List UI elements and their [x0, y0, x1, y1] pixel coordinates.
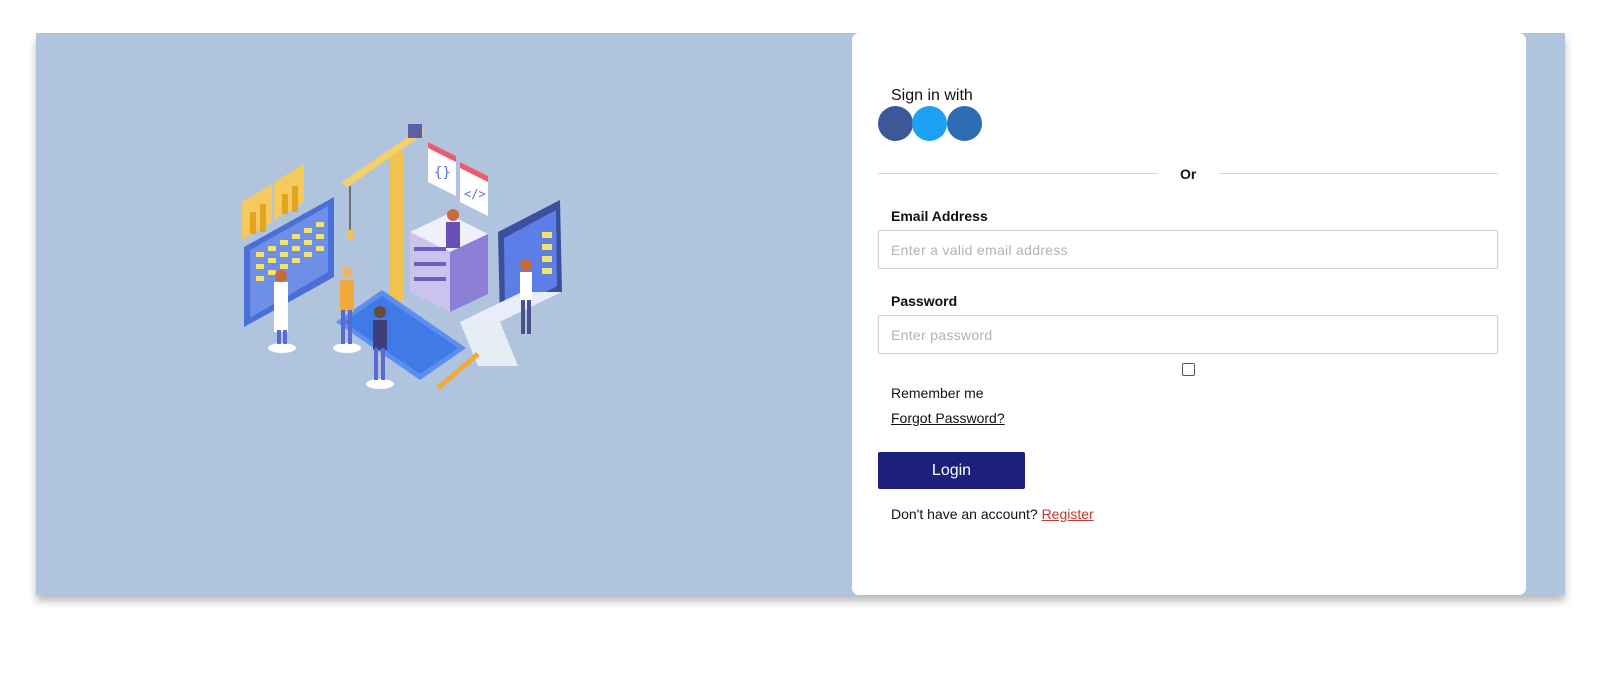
remember-me-checkbox[interactable] — [1182, 363, 1195, 376]
divider-line-left — [878, 173, 1158, 174]
password-field[interactable] — [878, 315, 1498, 354]
code-card-icon: {} </> — [428, 142, 488, 216]
password-label: Password — [891, 293, 958, 309]
twitter-icon — [912, 106, 947, 141]
twitter-button[interactable] — [912, 106, 947, 141]
svg-text:</>: </> — [464, 187, 486, 201]
linkedin-icon — [947, 106, 982, 141]
linkedin-button[interactable] — [947, 106, 982, 141]
facebook-button[interactable] — [878, 106, 913, 141]
forgot-password-link[interactable]: Forgot Password? — [891, 410, 1005, 426]
sign-in-with-label: Sign in with — [891, 87, 973, 104]
divider-line-right — [1219, 173, 1498, 174]
developers-illustration: {} </> — [242, 122, 582, 402]
svg-text:{}: {} — [434, 165, 451, 181]
register-prompt: Don't have an account? Register — [891, 506, 1094, 522]
email-field[interactable] — [878, 230, 1498, 269]
login-button[interactable]: Login — [878, 452, 1025, 489]
register-link[interactable]: Register — [1042, 506, 1094, 522]
divider-or-text: Or — [1180, 166, 1197, 182]
register-prompt-text: Don't have an account? — [891, 506, 1038, 522]
facebook-icon — [878, 106, 913, 141]
email-label: Email Address — [891, 208, 988, 224]
person-icon — [446, 209, 460, 248]
remember-me-label: Remember me — [891, 385, 984, 401]
